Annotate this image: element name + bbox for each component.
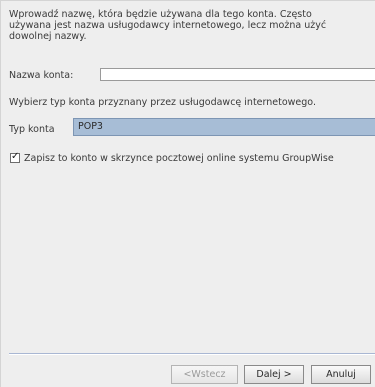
separator-line: [9, 353, 375, 355]
account-type-label: Typ konta: [9, 124, 55, 135]
intro-text: Wprowadź nazwę, która będzie używana dla…: [9, 9, 327, 42]
account-type-selected-value: POP3: [78, 121, 103, 132]
checkmark-icon: ✓: [11, 151, 20, 162]
account-name-label: Nazwa konta:: [9, 70, 74, 81]
account-type-dropdown[interactable]: POP3: [73, 118, 375, 136]
account-setup-panel: Wprowadź nazwę, która będzie używana dla…: [0, 0, 375, 387]
back-button[interactable]: <Wstecz: [171, 365, 238, 384]
save-online-checkbox[interactable]: ✓: [10, 151, 20, 163]
account-name-input[interactable]: [100, 68, 375, 81]
next-button[interactable]: Dalej >: [244, 365, 304, 384]
save-online-label[interactable]: Zapisz to konto w skrzynce pocztowej onl…: [24, 153, 334, 165]
cancel-button[interactable]: Anuluj: [311, 365, 371, 384]
account-type-instructions: Wybierz typ konta przyznany przez usługo…: [9, 97, 316, 108]
